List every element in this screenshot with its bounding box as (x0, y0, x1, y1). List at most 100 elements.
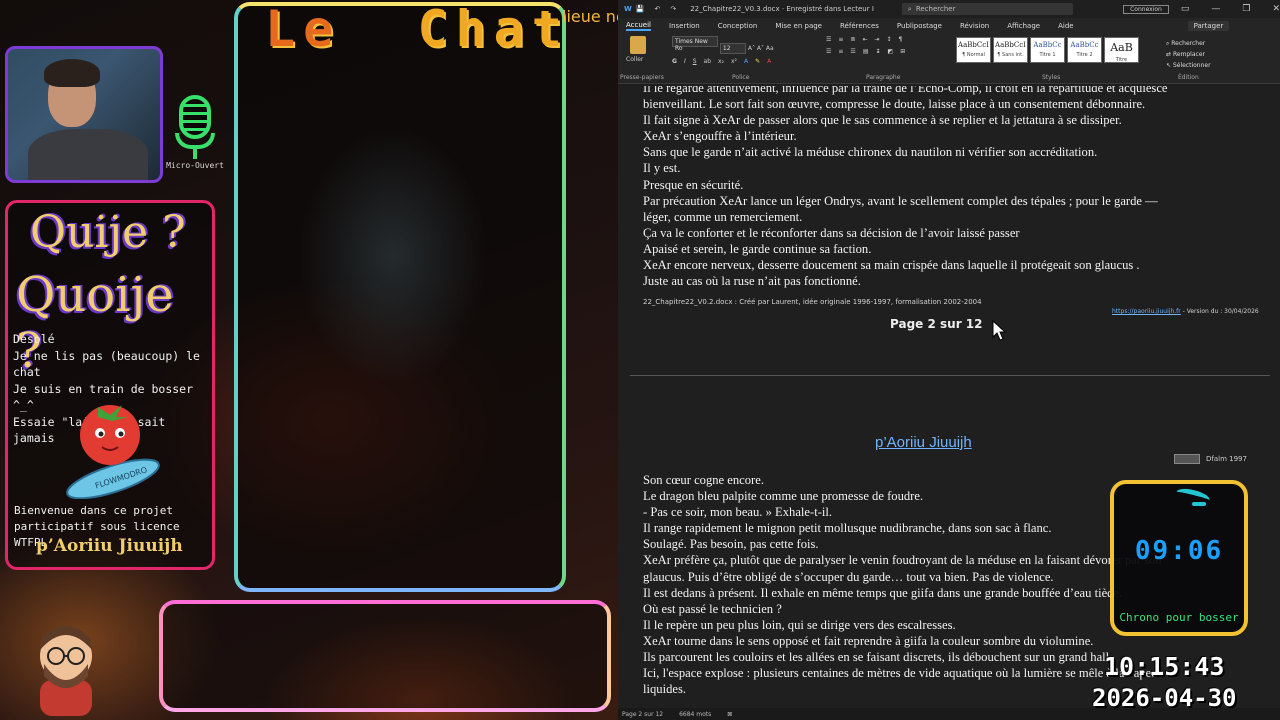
shrink-font-icon[interactable]: A˅ (757, 45, 764, 52)
chrono-label: Chrono pour bosser (1119, 611, 1239, 624)
justify-icon[interactable]: ▤ (863, 48, 869, 55)
message-line: Je ne lis pas (beaucoup) le chat (13, 348, 200, 380)
underline-icon[interactable]: S (693, 58, 697, 65)
paragraph: glaucus. Puis d’être obligé de s’occuper… (643, 569, 1054, 584)
style-sans-interligne[interactable]: AaBbCcI ¶ Sans int. (993, 37, 1028, 63)
font-size-select[interactable]: 12 (719, 43, 746, 54)
bullets-icon[interactable]: ☰ (826, 36, 831, 43)
text-effects-icon[interactable]: A (744, 58, 748, 65)
microphone-foot (193, 149, 197, 159)
group-label-edition: Édition (1178, 74, 1199, 81)
ribbon-display-icon[interactable]: ▭ (1181, 4, 1190, 14)
tab-insertion[interactable]: Insertion (669, 22, 700, 30)
group-label-police: Police (732, 74, 750, 81)
tab-aide[interactable]: Aide (1058, 22, 1073, 30)
info-panel: Quije ? Quoije ? Désolé Je ne lis pas (b… (5, 200, 215, 570)
footer-link[interactable]: https://paoriiu.jiuuijh.fr (1112, 308, 1181, 315)
multilevel-list-icon[interactable]: ≣ (850, 36, 855, 43)
highlight-icon[interactable]: ✎ (755, 58, 760, 65)
page-footer-right: https://paoriiu.jiuuijh.fr - Version du … (1112, 308, 1259, 315)
paste-icon[interactable] (630, 36, 646, 54)
search-box[interactable]: ⌕ Rechercher (901, 3, 1074, 15)
tab-affichage[interactable]: Affichage (1007, 22, 1040, 30)
chrono-time: 09:06 (1134, 536, 1224, 566)
paragraph: - Pas ce soir, mon beau. » Exhale-t-il. (643, 505, 833, 520)
increase-indent-icon[interactable]: ⇥ (874, 36, 879, 43)
proofing-icon[interactable]: ⊠ (727, 711, 732, 718)
sort-icon[interactable]: ↕ (887, 36, 892, 43)
paragraph: Ici, l'espace explose : plusieurs centai… (643, 666, 1162, 681)
group-label-styles: Styles (1042, 74, 1061, 81)
style-titre-2[interactable]: AaBbCc Titre 2 (1067, 37, 1102, 63)
tab-conception[interactable]: Conception (718, 22, 758, 30)
chat-title-chat: Chat (417, 0, 570, 58)
paragraph: bienveillant. Le sort fait son œuvre, co… (643, 97, 1146, 112)
numbering-icon[interactable]: ≡ (838, 36, 843, 43)
font-color-icon[interactable]: A (767, 58, 771, 65)
select-button[interactable]: ↖ Sélectionner (1166, 60, 1211, 71)
italic-icon[interactable]: I (684, 58, 686, 65)
cartoon-avatar-icon (40, 626, 92, 716)
quije-title: Quije ? (30, 207, 186, 258)
find-button[interactable]: ⌕ Rechercher (1166, 38, 1211, 49)
close-icon[interactable]: ✕ (1272, 4, 1280, 14)
grow-font-icon[interactable]: A˄ (748, 45, 755, 52)
bold-icon[interactable]: G (672, 58, 677, 65)
change-case-icon[interactable]: Aa (766, 45, 774, 52)
borders-icon[interactable]: ⊞ (900, 48, 905, 55)
shading-icon[interactable]: ◩ (888, 48, 894, 55)
paragraph: Il le regarde attentivement, influencé p… (643, 86, 1168, 95)
tab-references[interactable]: Références (840, 22, 879, 30)
paragraph: Le dragon bleu palpite comme une promess… (643, 489, 924, 504)
page-number: Page 2 sur 12 (890, 317, 983, 331)
chat-title-le: Le (265, 0, 342, 58)
strikethrough-icon[interactable]: ab (704, 58, 712, 65)
maximize-icon[interactable]: ❐ (1242, 4, 1250, 14)
align-center-icon[interactable]: ≡ (838, 48, 843, 55)
author-name: p’Aoriiu Jiuuijh (36, 536, 183, 556)
minimize-icon[interactable]: — (1211, 4, 1220, 14)
font-name-select[interactable]: Times New Ro (672, 36, 718, 52)
header-right-text: Dfalm 1997 (1206, 455, 1247, 463)
undo-icon[interactable]: ↶ (654, 5, 660, 13)
paragraph: Presque en sécurité. (643, 177, 744, 192)
document-title: 22_Chapitre22_V0.3.docx · Enregistré dan… (690, 5, 874, 13)
status-words[interactable]: 6684 mots (679, 711, 711, 718)
mouse-cursor-icon (992, 320, 1006, 341)
decrease-indent-icon[interactable]: ⇤ (862, 36, 867, 43)
tab-publipostage[interactable]: Publipostage (897, 22, 942, 30)
connexion-button[interactable]: Connexion (1123, 4, 1169, 14)
paragraph-group: ☰ ≡ ≣ ⇤ ⇥ ↕ ¶ ☰ ≡ ☰ ▤ ↨ ◩ ⊞ (826, 36, 948, 55)
paste-button[interactable]: Coller (626, 56, 662, 63)
pilcrow-icon[interactable]: ¶ (899, 36, 903, 43)
paragraph: Ça va le conforter et le réconforter dan… (643, 225, 1020, 240)
ribbon: Coller Presse-papiers Times New Ro 12 A˄… (618, 34, 1280, 84)
style-normal[interactable]: AaBbCcI ¶ Normal (956, 37, 991, 63)
page-footer-left: 22_Chapitre22_V0.2.docx : Créé par Laure… (643, 298, 982, 306)
font-group: Times New Ro 12 A˄ A˅ Aa G I S ab x₂ x² … (672, 36, 822, 65)
subscript-icon[interactable]: x₂ (718, 58, 724, 65)
style-titre[interactable]: AaB Titre (1104, 37, 1139, 63)
share-button[interactable]: Partager (1187, 21, 1230, 31)
line-spacing-icon[interactable]: ↨ (875, 48, 880, 55)
tab-revision[interactable]: Révision (960, 22, 989, 30)
clipboard-group: Coller (626, 36, 662, 63)
redo-icon[interactable]: ↷ (670, 5, 676, 13)
paragraph: Apaisé et serein, le garde continue sa f… (643, 241, 872, 256)
editing-group: ⌕ Rechercher ⇄ Remplacer ↖ Sélectionner (1166, 38, 1211, 71)
style-titre-1[interactable]: AaBbCc Titre 1 (1030, 37, 1065, 63)
window-controls: ▭ — ❐ ✕ (1181, 4, 1280, 14)
find-label: Rechercher (1171, 40, 1206, 47)
tab-mise-en-page[interactable]: Mise en page (775, 22, 822, 30)
paragraph: XeAr préfère ça, plutôt que de paralyser… (643, 553, 1162, 568)
footer-version: - Version du : 30/04/2026 (1180, 308, 1259, 315)
tab-accueil[interactable]: Accueil (626, 21, 651, 31)
tomato-surfer-icon: FLOWMODRO (66, 405, 160, 499)
save-icon[interactable]: 💾 (636, 5, 645, 13)
align-right-icon[interactable]: ☰ (850, 48, 855, 55)
align-left-icon[interactable]: ☰ (826, 48, 831, 55)
superscript-icon[interactable]: x² (731, 58, 737, 65)
paragraph: Il le repère un peu plus loin, qui se di… (643, 617, 956, 632)
status-page[interactable]: Page 2 sur 12 (622, 711, 663, 718)
replace-button[interactable]: ⇄ Remplacer (1166, 49, 1211, 60)
